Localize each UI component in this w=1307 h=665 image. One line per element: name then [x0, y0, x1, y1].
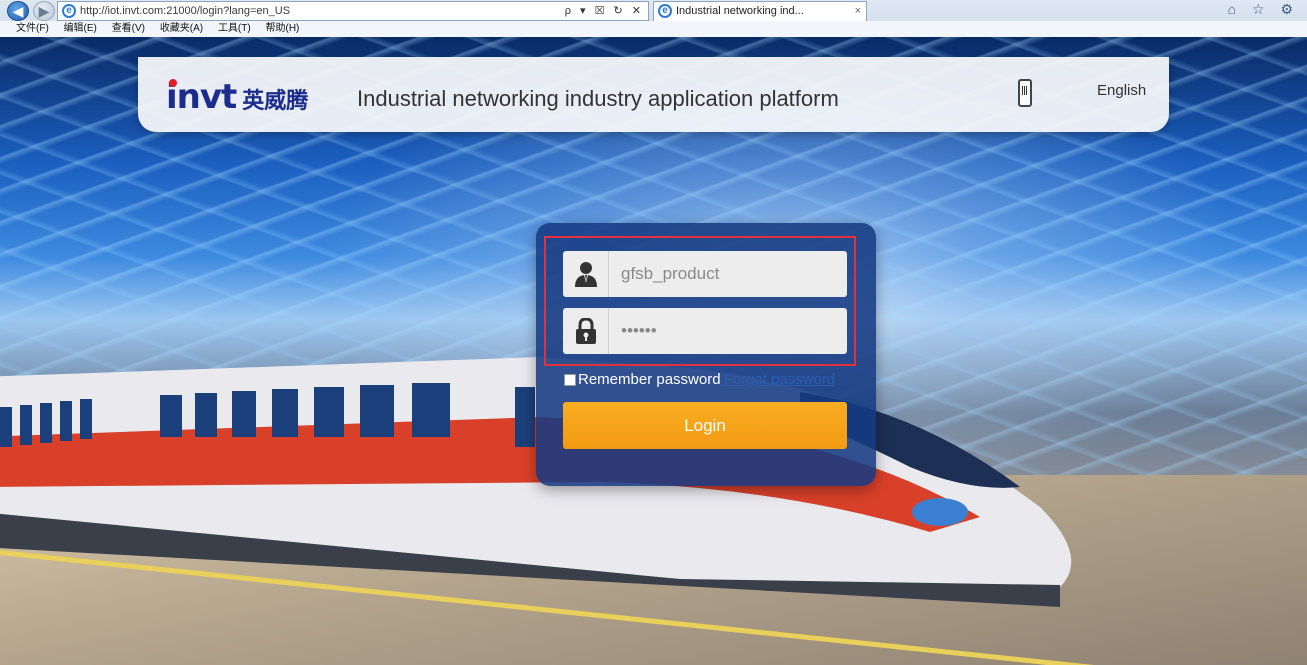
browser-chrome: ◀ ▶ e http://iot.invt.com:21000/login?la… — [0, 0, 1307, 37]
mobile-qr-icon[interactable] — [1018, 79, 1032, 107]
menu-help[interactable]: 帮助(H) — [266, 23, 300, 34]
ie-icon: e — [62, 4, 76, 18]
menu-tools[interactable]: 工具(T) — [218, 23, 251, 34]
logo-wordmark: invt — [166, 77, 237, 117]
browser-toolbar: ◀ ▶ e http://iot.invt.com:21000/login?la… — [0, 0, 1307, 21]
ie-icon: e — [658, 4, 672, 18]
logo-dot — [169, 79, 177, 87]
site-header: invt 英威腾 Industrial networking industry … — [138, 57, 1169, 132]
browser-tab[interactable]: e Industrial networking ind... × — [653, 1, 867, 21]
address-bar[interactable]: e http://iot.invt.com:21000/login?lang=e… — [57, 1, 649, 21]
address-url: http://iot.invt.com:21000/login?lang=en_… — [80, 5, 291, 17]
menu-edit[interactable]: 编辑(E) — [64, 23, 97, 34]
address-tools[interactable]: ρ ▾ ☒ ↻ ✕ — [565, 2, 644, 20]
menu-view[interactable]: 查看(V) — [112, 23, 145, 34]
lock-icon — [563, 308, 609, 354]
menu-file[interactable]: 文件(F) — [16, 23, 49, 34]
browser-right-icons[interactable]: ⌂ ☆ ⚙ — [1228, 1, 1299, 18]
tab-title: Industrial networking ind... — [676, 5, 804, 17]
invt-logo: invt 英威腾 — [166, 77, 308, 117]
back-button[interactable]: ◀ — [7, 1, 29, 21]
page-title: Industrial networking industry applicati… — [357, 86, 839, 111]
login-button[interactable]: Login — [563, 402, 847, 449]
password-input[interactable] — [619, 308, 839, 354]
username-input[interactable] — [619, 251, 839, 297]
user-icon — [563, 251, 609, 297]
remember-row: Remember password Forgot password — [564, 371, 835, 388]
language-switch[interactable]: English — [1097, 82, 1146, 99]
username-field[interactable] — [563, 251, 847, 297]
login-panel: Remember password Forgot password Login — [536, 223, 876, 486]
menu-favorites[interactable]: 收藏夹(A) — [160, 23, 203, 34]
tab-close-icon[interactable]: × — [855, 2, 861, 20]
password-field[interactable] — [563, 308, 847, 354]
remember-checkbox[interactable] — [564, 373, 576, 386]
forgot-password-link[interactable]: Forgot password — [724, 371, 836, 388]
logo-chinese: 英威腾 — [242, 89, 309, 114]
forward-button[interactable]: ▶ — [33, 1, 55, 21]
remember-label[interactable]: Remember password — [578, 371, 721, 388]
menu-bar: 文件(F) 编辑(E) 查看(V) 收藏夹(A) 工具(T) 帮助(H) — [0, 21, 1307, 37]
